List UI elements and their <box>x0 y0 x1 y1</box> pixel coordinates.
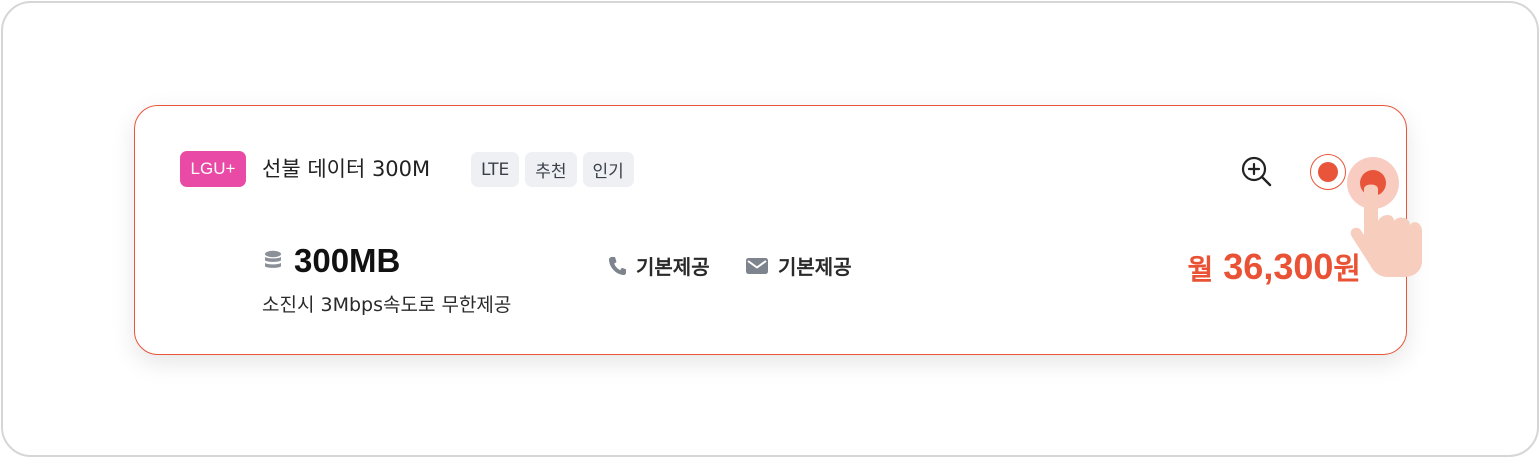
plan-card[interactable]: LGU+ 선불 데이터 300M LTE 추천 인기 300MB 소진시 3Mb… <box>134 105 1407 355</box>
sms-feature-label: 기본제공 <box>778 255 852 279</box>
data-amount: 300MB <box>294 242 401 279</box>
tag-popular: 인기 <box>582 152 634 187</box>
carrier-badge: LGU+ <box>180 151 246 187</box>
data-description: 소진시 3Mbps속도로 무한제공 <box>262 294 512 316</box>
call-feature-label: 기본제공 <box>636 255 710 279</box>
tag-lte: LTE <box>471 152 520 187</box>
mail-icon <box>745 256 769 276</box>
price-amount: 36,300 <box>1223 246 1334 287</box>
screen-frame: LGU+ 선불 데이터 300M LTE 추천 인기 300MB 소진시 3Mb… <box>1 1 1539 457</box>
monthly-price: 월 36,300 원 <box>1188 244 1361 288</box>
call-feature: 기본제공 <box>607 251 710 280</box>
tag-recommended: 추천 <box>525 152 577 187</box>
plan-title: 선불 데이터 300M <box>262 157 431 181</box>
sms-feature: 기본제공 <box>745 251 852 280</box>
pointer-hand-icon <box>1338 153 1428 283</box>
zoom-in-icon[interactable] <box>1239 154 1275 190</box>
database-icon <box>263 250 283 272</box>
radio-selected-dot <box>1318 162 1338 182</box>
price-prefix: 월 <box>1187 253 1214 286</box>
plan-tags: LTE 추천 인기 <box>471 152 634 187</box>
phone-icon <box>607 255 627 277</box>
